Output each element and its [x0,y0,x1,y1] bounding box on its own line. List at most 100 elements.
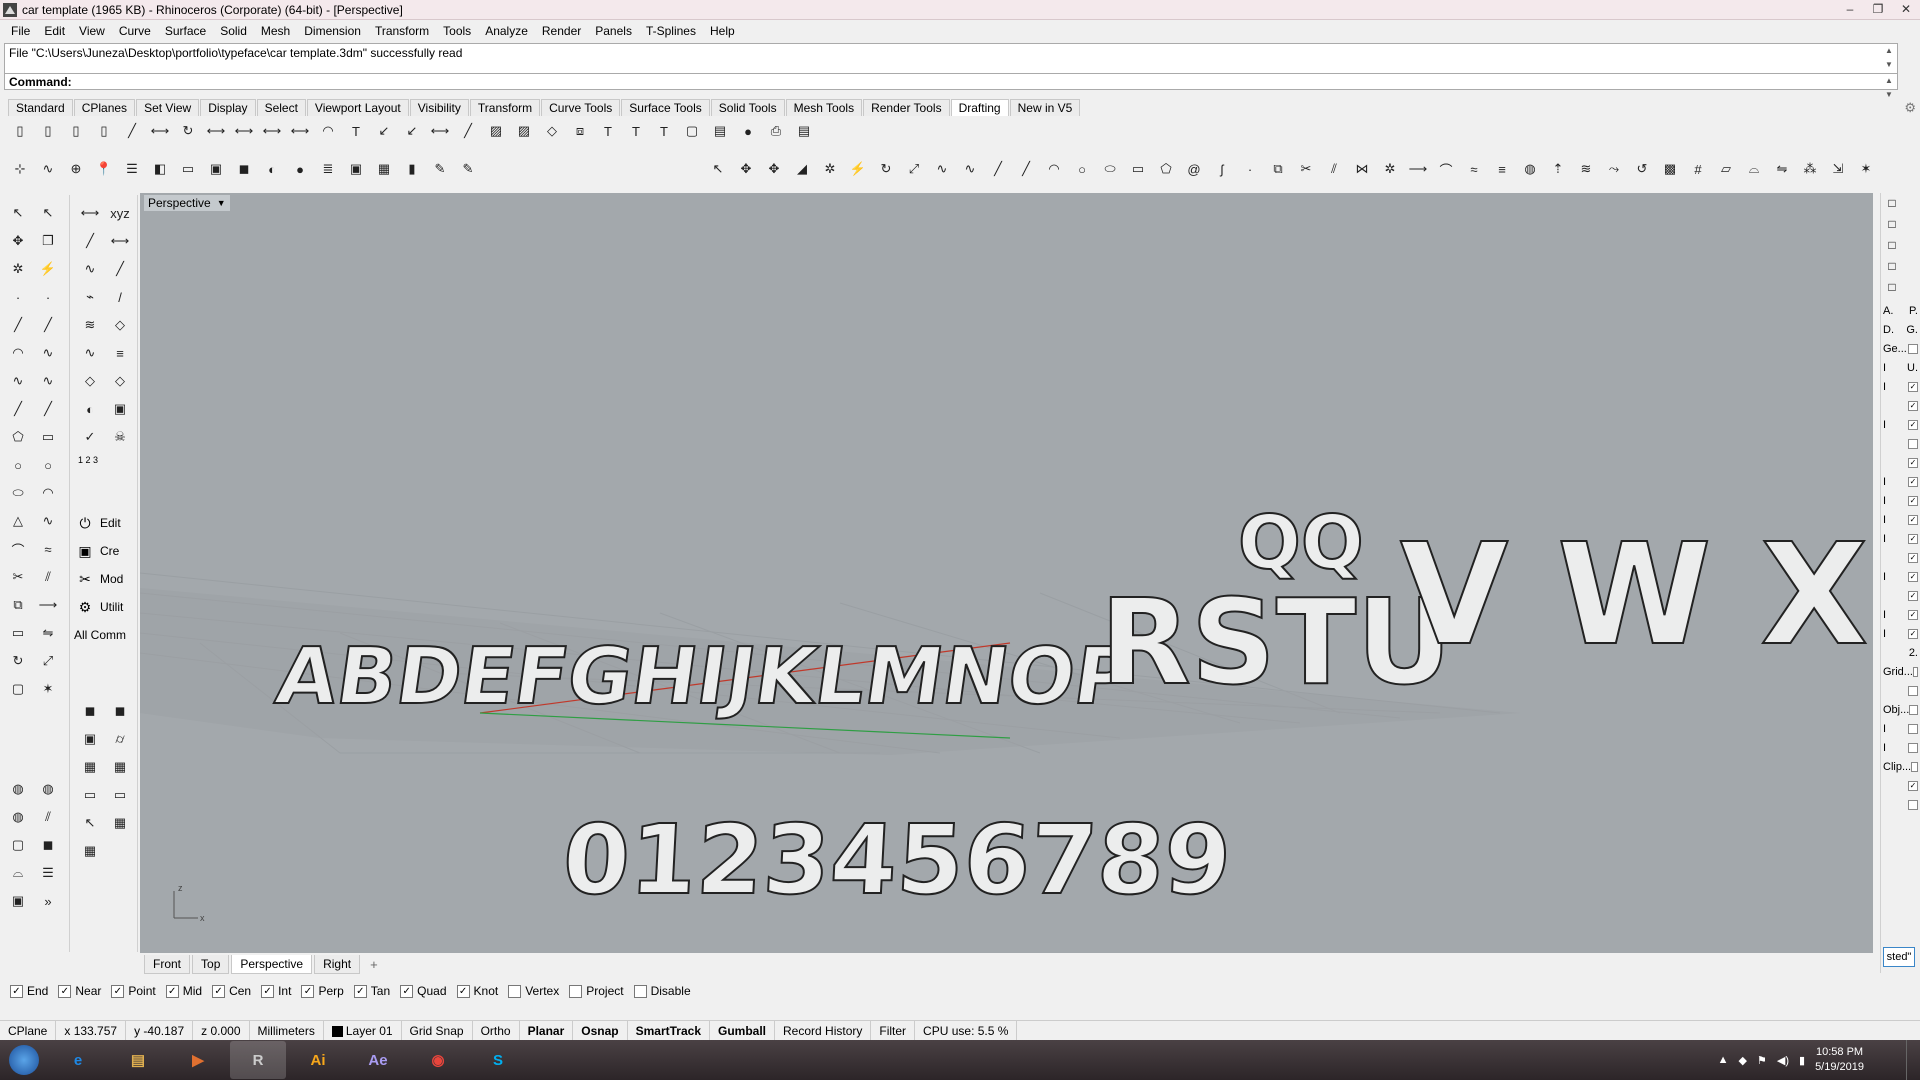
sphere-render-icon[interactable]: ● [736,119,760,143]
sphere-icon[interactable]: ● [288,157,312,181]
select-arrow-icon[interactable]: ↖ [706,157,730,181]
osnap-disable[interactable]: Disable [633,984,691,998]
cube-icon[interactable]: ▣ [204,157,228,181]
status-record-history[interactable]: Record History [775,1020,872,1041]
osnap-mid[interactable]: ✓ Mid [165,984,202,998]
property-checkbox[interactable]: ✓ [1908,533,1918,544]
move-icon[interactable]: ✥ [4,229,32,253]
boolean-icon[interactable]: ◍ [1518,157,1542,181]
loft-icon[interactable]: ≋ [76,313,104,337]
command-scrollbar[interactable]: ▲ ▼ [1881,74,1897,99]
command-mod[interactable]: ✂ Mod [74,565,135,593]
tab-solid-tools[interactable]: Solid Tools [710,99,785,116]
mirror-icon[interactable]: ⇋ [34,621,62,645]
join-icon[interactable]: ⋈ [1350,157,1374,181]
extend-icon[interactable]: ⟶ [34,593,62,617]
match-icon[interactable]: ≡ [106,341,134,365]
property-checkbox[interactable]: ✓ [1908,552,1918,563]
yellow-frame-icon[interactable]: ▭ [76,783,104,807]
status-ortho[interactable]: Ortho [473,1020,520,1041]
dimension-chain-icon[interactable]: ⟷ [428,119,452,143]
clock[interactable]: 10:58 PM 5/19/2019 [1815,1045,1864,1075]
point-icon[interactable]: · [4,285,32,309]
network-icon[interactable]: # [1686,157,1710,181]
osnap-checkbox[interactable] [508,984,522,998]
osnap-near[interactable]: ✓ Near [58,984,101,998]
property-checkbox[interactable]: ✓ [1908,609,1918,620]
rainbow-icon[interactable]: ◐ [76,397,104,421]
pink-arrow-icon[interactable]: ↖ [76,811,104,835]
dropbox-icon[interactable]: ◆ [1739,1054,1747,1067]
network-icon[interactable]: ▮ [1799,1054,1805,1067]
bar-icon[interactable]: ▮ [400,157,424,181]
pencil-icon[interactable]: ✎ [456,157,480,181]
tray-expand-icon[interactable]: ▲ [1718,1054,1729,1066]
solid-cube-icon[interactable]: ◼ [76,699,104,723]
status-cplane[interactable]: CPlane [0,1020,57,1041]
orient-icon[interactable]: ⇲ [1826,157,1850,181]
gumball-icon[interactable]: ⊕ [64,157,88,181]
menu-dimension[interactable]: Dimension [297,24,368,38]
menu-surface[interactable]: Surface [158,24,213,38]
property-checkbox[interactable] [1908,799,1918,810]
material-icon[interactable]: ◧ [148,157,172,181]
skull-icon[interactable]: ☠ [106,425,134,449]
gear-icon[interactable]: □ [1883,280,1901,298]
property-checkbox[interactable] [1911,761,1918,772]
table-icon[interactable]: ▤ [708,119,732,143]
polygon-icon[interactable]: ⬠ [1154,157,1178,181]
gear-icon[interactable]: ⚙ [1904,100,1916,116]
tab-drafting[interactable]: Drafting [950,99,1009,116]
offset-icon[interactable]: ⧉ [4,593,32,617]
cplane-icon[interactable]: ◇ [106,369,134,393]
rectangle-icon[interactable]: ▭ [176,157,200,181]
command-input[interactable] [77,75,1893,88]
more-tools-icon[interactable]: » [34,889,62,913]
view-tab-top[interactable]: Top [192,954,230,974]
dimension-radius-icon[interactable]: ⟷ [260,119,284,143]
menu-tools[interactable]: Tools [436,24,478,38]
dimension-linear-icon[interactable]: ╱ [76,229,104,253]
circle-icon[interactable]: ○ [1070,157,1094,181]
monitor-icon[interactable]: □ [1883,259,1901,277]
rainbow-icon[interactable]: ◐ [260,157,284,181]
tab-viewport-layout[interactable]: Viewport Layout [306,99,409,116]
status-filter[interactable]: Filter [871,1020,916,1041]
internet-explorer-icon[interactable]: e [50,1041,106,1079]
slash-icon[interactable]: / [106,285,134,309]
osnap-point[interactable]: ✓ Point [111,984,156,998]
polyline-icon[interactable]: ╱ [34,313,62,337]
cap-icon[interactable]: ⌓ [4,861,32,885]
clipping-plane-icon[interactable]: ◇ [540,119,564,143]
osnap-checkbox[interactable]: ✓ [353,984,367,998]
osnap-tan[interactable]: ✓ Tan [353,984,390,998]
dimension-icon[interactable]: ⟷ [76,201,104,225]
perspective-viewport[interactable]: ABDEFGHIJKLMNOP QQ RSTU V W X Y 01234567… [140,193,1873,953]
property-checkbox[interactable]: ✓ [1908,419,1918,430]
tab-transform[interactable]: Transform [469,99,541,116]
property-checkbox[interactable] [1908,685,1918,696]
property-checkbox[interactable] [1908,438,1918,449]
tab-surface-tools[interactable]: Surface Tools [621,99,710,116]
extend-icon[interactable]: ⟶ [1406,157,1430,181]
tab-cplanes[interactable]: CPlanes [73,99,136,116]
property-checkbox[interactable]: ✓ [1908,571,1918,582]
trim-icon[interactable]: ✂ [4,565,32,589]
curve-chamfer-icon[interactable]: ∿ [958,157,982,181]
extrude-icon[interactable]: ⇡ [1546,157,1570,181]
move-icon[interactable]: ✥ [734,157,758,181]
osnap-quad[interactable]: ✓ Quad [400,984,447,998]
mirror-icon[interactable]: ⇋ [1770,157,1794,181]
dimension-aligned-icon[interactable]: ⟷ [148,119,172,143]
make2d-icon[interactable]: ⧈ [568,119,592,143]
cylinder-icon[interactable]: ⌭ [106,727,134,751]
osnap-cen[interactable]: ✓ Cen [212,984,251,998]
star-icon[interactable]: ✶ [1854,157,1878,181]
render-icon[interactable]: □ [1883,217,1901,235]
maximize-button[interactable]: ❐ [1864,0,1892,18]
after-effects-icon[interactable]: Ae [350,1041,406,1079]
osnap-int[interactable]: ✓ Int [261,984,291,998]
dimension-angle-icon[interactable]: ⟷ [106,229,134,253]
tab-mesh-tools[interactable]: Mesh Tools [785,99,863,116]
extrude-cube-icon[interactable]: ▣ [76,727,104,751]
